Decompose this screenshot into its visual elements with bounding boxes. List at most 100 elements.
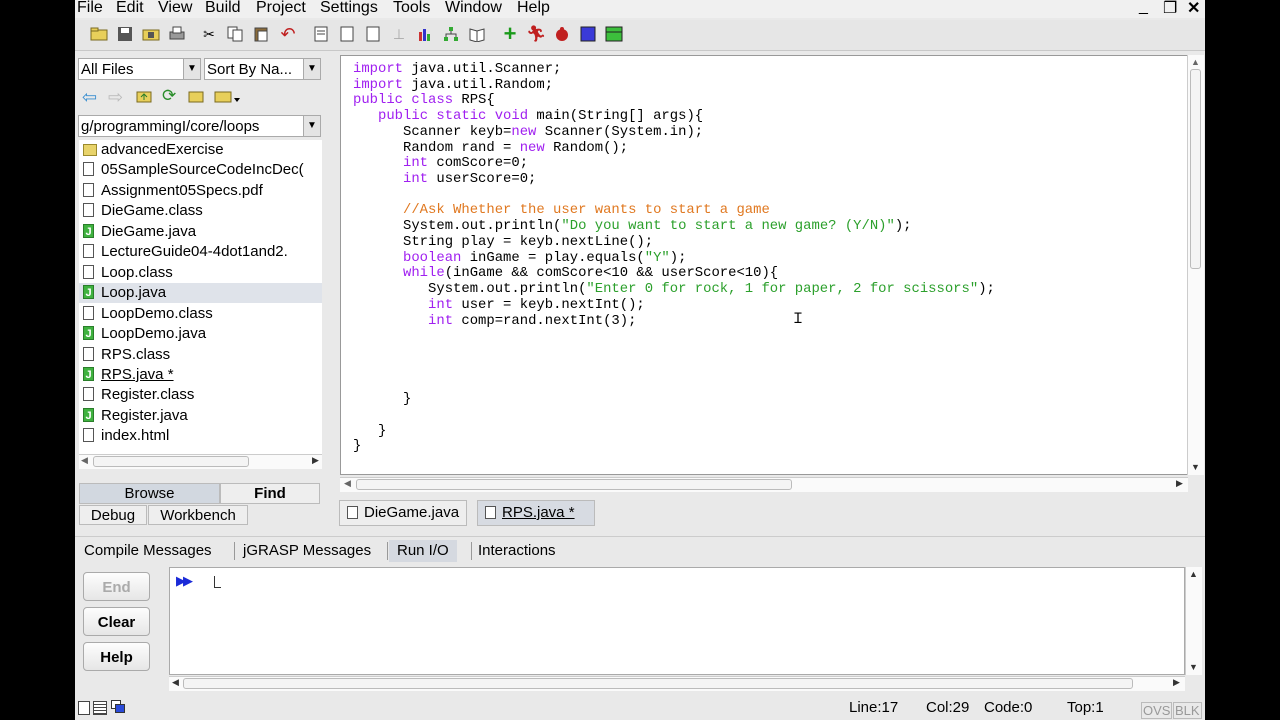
end-button[interactable]: End (83, 572, 150, 601)
scroll-thumb[interactable] (93, 456, 249, 467)
chart-icon[interactable] (415, 24, 435, 44)
pin-icon[interactable]: ⊥ (389, 24, 409, 44)
tab-compile-messages[interactable]: Compile Messages (79, 540, 217, 562)
menu-tools[interactable]: Tools (393, 0, 430, 17)
file-list-item[interactable]: J Loop.java (79, 283, 322, 304)
code-area[interactable]: import java.util.Scanner; import java.uti… (353, 61, 1173, 461)
stop-icon[interactable] (578, 24, 598, 44)
editor-hscrollbar[interactable]: ◀ ▶ (340, 477, 1188, 492)
undo-icon[interactable]: ↶ (278, 24, 298, 44)
help-button[interactable]: Help (83, 642, 150, 671)
menu-edit[interactable]: Edit (116, 0, 144, 17)
refresh-icon[interactable]: ⟳ (162, 86, 176, 106)
file-list-item[interactable]: J Register.java (79, 406, 322, 426)
square-icon[interactable] (604, 24, 624, 44)
menu-project[interactable]: Project (256, 0, 306, 17)
folder-icon[interactable] (188, 89, 204, 108)
file-list-item[interactable]: index.html (79, 426, 322, 446)
editor-vscrollbar[interactable]: ▲ ▼ (1187, 55, 1204, 475)
sort-combo[interactable]: Sort By Na... ▼ (204, 58, 321, 80)
menu-view[interactable]: View (158, 0, 192, 17)
print-icon[interactable] (167, 24, 187, 44)
tab-jgrasp-messages[interactable]: jGRASP Messages (238, 540, 376, 562)
book-icon[interactable] (467, 24, 487, 44)
code-token: new (519, 139, 545, 156)
scroll-right-icon[interactable]: ▶ (312, 455, 319, 466)
file-icon (83, 203, 94, 218)
console-hscrollbar[interactable]: ◀ ▶ (169, 676, 1185, 691)
file-icon[interactable] (337, 24, 357, 44)
debug-icon[interactable] (552, 24, 572, 44)
copy-icon[interactable] (225, 24, 245, 44)
path-combo[interactable]: g/programmingI/core/loops ▼ (78, 115, 321, 137)
menu-build[interactable]: Build (205, 0, 241, 17)
divider (234, 542, 235, 560)
windows-icon[interactable] (111, 700, 125, 713)
file2-icon[interactable] (363, 24, 383, 44)
up-folder-icon[interactable] (136, 89, 152, 108)
code-line: Scanner keyb=new Scanner(System.in); (353, 124, 703, 140)
folder-menu-icon[interactable] (214, 89, 244, 110)
open-folder-icon[interactable] (89, 24, 109, 44)
tab-debug[interactable]: Debug (79, 505, 147, 525)
scroll-down-icon[interactable]: ▼ (1189, 662, 1198, 672)
file-list-item[interactable]: J LoopDemo.java (79, 324, 322, 344)
back-arrow-icon[interactable]: ⇦ (82, 87, 97, 108)
close-button[interactable]: ✕ (1187, 0, 1200, 18)
tab-find[interactable]: Find (220, 483, 320, 504)
save-icon[interactable] (115, 24, 135, 44)
file-list-item[interactable]: Register.class (79, 385, 322, 405)
status-line: Line:17 (849, 699, 899, 716)
file-list-item[interactable]: Assignment05Specs.pdf (79, 181, 322, 201)
scroll-thumb[interactable] (356, 479, 792, 490)
run-io-console[interactable]: ▶▶ (169, 567, 1185, 675)
cut-icon[interactable]: ✂ (199, 24, 219, 44)
new-file-icon[interactable] (311, 24, 331, 44)
forward-arrow-icon[interactable]: ⇨ (108, 87, 123, 108)
minimize-button[interactable]: _ (1139, 0, 1148, 16)
scroll-right-icon[interactable]: ▶ (1173, 677, 1180, 688)
scroll-down-icon[interactable]: ▼ (1191, 462, 1200, 472)
tab-run-io[interactable]: Run I/O (389, 540, 457, 562)
tree-icon[interactable] (441, 24, 461, 44)
menu-file[interactable]: File (77, 0, 103, 17)
scroll-left-icon[interactable]: ◀ (81, 455, 88, 466)
file-list-item[interactable]: 05SampleSourceCodeIncDec( (79, 160, 322, 180)
menu-help[interactable]: Help (517, 0, 550, 17)
filter-combo[interactable]: All Files ▼ (78, 58, 201, 80)
tab-interactions[interactable]: Interactions (473, 540, 561, 562)
maximize-button[interactable]: ❐ (1163, 0, 1177, 18)
scroll-thumb[interactable] (1190, 69, 1201, 269)
file-list-item[interactable]: LectureGuide04-4dot1and2. (79, 242, 322, 262)
tab-diegame-java[interactable]: DieGame.java (339, 500, 467, 526)
file-list-item[interactable]: J DieGame.java (79, 222, 322, 242)
file-list-item[interactable]: LoopDemo.class (79, 304, 322, 324)
tab-browse[interactable]: Browse (79, 483, 220, 504)
clear-button[interactable]: Clear (83, 607, 150, 636)
layout-icon[interactable] (78, 701, 90, 715)
menu-window[interactable]: Window (445, 0, 502, 17)
file-list-item[interactable]: J RPS.java * (79, 365, 322, 385)
scroll-up-icon[interactable]: ▲ (1191, 57, 1200, 67)
paste-icon[interactable] (251, 24, 271, 44)
browser-toolbar: ⇦ ⇨ ⟳ (80, 86, 250, 108)
file-list-item[interactable]: advancedExercise (79, 140, 322, 160)
menu-settings[interactable]: Settings (320, 0, 378, 17)
add-icon[interactable]: + (500, 21, 520, 46)
scroll-up-icon[interactable]: ▲ (1189, 569, 1198, 579)
console-vscrollbar[interactable]: ▲ ▼ (1185, 567, 1202, 675)
file-list-item[interactable]: RPS.class (79, 345, 322, 365)
scroll-thumb[interactable] (183, 678, 1133, 689)
file-list-hscrollbar[interactable]: ◀ ▶ (79, 454, 322, 469)
scroll-left-icon[interactable]: ◀ (344, 478, 351, 489)
scroll-right-icon[interactable]: ▶ (1176, 478, 1183, 489)
list-icon[interactable] (93, 701, 107, 715)
code-editor[interactable]: import java.util.Scanner; import java.uti… (340, 55, 1190, 475)
file-list-item[interactable]: DieGame.class (79, 201, 322, 221)
tab-workbench[interactable]: Workbench (148, 505, 248, 525)
tab-rps-java[interactable]: RPS.java * (477, 500, 595, 526)
run-icon[interactable]: 🏃︎ (526, 24, 546, 44)
save-all-icon[interactable] (141, 24, 161, 44)
scroll-left-icon[interactable]: ◀ (172, 677, 179, 688)
file-list-item[interactable]: Loop.class (79, 263, 322, 283)
